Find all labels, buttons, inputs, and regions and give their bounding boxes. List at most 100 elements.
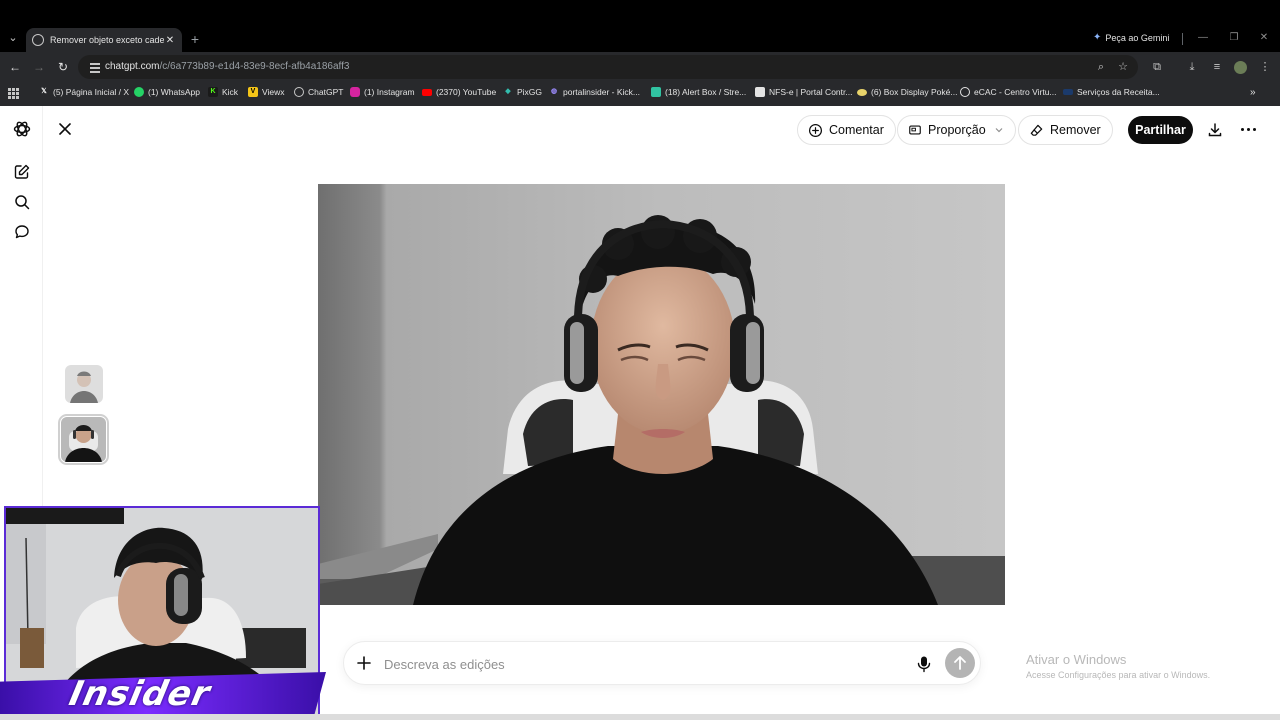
bookmark-item[interactable]: (2370) YouTube (422, 87, 496, 97)
bookmarks-bar: 𝕏 (5) Página Inicial / X (1) WhatsApp K Ki… (0, 82, 1280, 106)
bookmark-item[interactable]: ChatGPT (294, 87, 343, 97)
openai-logo-icon[interactable] (12, 119, 32, 139)
new-tab-button[interactable]: + (188, 30, 202, 48)
share-button[interactable]: Partilhar (1128, 116, 1193, 144)
add-comment-icon (808, 123, 823, 137)
search-icon[interactable] (12, 192, 32, 212)
bookmark-label: ChatGPT (308, 87, 344, 97)
comment-button[interactable]: Comentar (797, 115, 896, 145)
gemini-label: Peça ao Gemini (1105, 32, 1170, 43)
bookmark-label: Serviços da Receita... (1077, 87, 1160, 97)
aspect-ratio-dropdown[interactable]: Proporção (897, 115, 1016, 145)
pokemon-icon (857, 88, 867, 96)
pixgg-icon: ◆ (505, 88, 511, 95)
downloads-icon[interactable]: ⤓ (1185, 60, 1199, 74)
image-version-thumbnail[interactable] (65, 365, 103, 403)
thumbnail-image (65, 365, 103, 403)
bookmark-label: (2370) YouTube (436, 87, 497, 97)
new-chat-edit-icon[interactable] (12, 162, 32, 182)
bookmark-item[interactable]: (1) WhatsApp (134, 87, 200, 97)
bookmark-label: PixGG (517, 87, 543, 97)
bookmark-label: NFS-e | Portal Contr... (769, 87, 853, 97)
watermark-title: Ativar o Windows (1026, 652, 1127, 667)
bookmark-label: Kick (222, 87, 239, 97)
bookmark-item[interactable]: (1) Instagram (350, 87, 415, 97)
bookmark-item[interactable]: (6) Box Display Poké... (857, 87, 957, 97)
x-icon: 𝕏 (41, 88, 47, 95)
eraser-icon (1030, 124, 1043, 136)
url-text[interactable]: chatgpt.com/c/6a773b89-e1d4-83e9-8ecf-af… (105, 61, 349, 72)
bookmark-item[interactable]: 𝕏 (5) Página Inicial / X (39, 87, 129, 97)
apps-grid-icon[interactable] (8, 88, 19, 99)
forward-arrow-icon[interactable]: → (31, 59, 47, 75)
aspect-ratio-label: Proporção (928, 123, 986, 137)
bookmark-item[interactable]: K Kick (208, 87, 238, 97)
portrait-photo (318, 184, 1005, 605)
active-tab[interactable]: Remover objeto exceto cadeira ✕ (26, 28, 182, 52)
nfse-icon (755, 87, 765, 97)
reload-icon[interactable]: ↻ (55, 59, 71, 75)
bookmark-item[interactable]: (18) Alert Box / Stre... (651, 87, 746, 97)
restore-icon[interactable]: ❐ (1227, 31, 1241, 45)
bookmark-star-icon[interactable]: ☆ (1116, 60, 1130, 74)
windows-activation-watermark: Ativar o Windows Acesse Configurações pa… (1026, 652, 1210, 680)
edit-prompt-input[interactable] (384, 654, 884, 674)
bookmark-item[interactable]: ◍ portalinsider - Kick... (549, 87, 640, 97)
aspect-ratio-icon (909, 125, 921, 135)
bookmark-label: (1) WhatsApp (148, 87, 200, 97)
address-bar[interactable]: chatgpt.com/c/6a773b89-e1d4-83e9-8ecf-af… (78, 55, 1138, 79)
bottom-edge-bar (0, 714, 1280, 720)
site-info-icon[interactable] (88, 60, 102, 74)
bookmark-label: (5) Página Inicial / X (53, 87, 130, 97)
tab-favicon-icon (32, 34, 44, 46)
bookmark-label: (6) Box Display Poké... (871, 87, 958, 97)
bookmark-label: eCAC - Centro Virtu... (974, 87, 1057, 97)
browser-tab-strip: ⌄ Remover objeto exceto cadeira ✕ + ✦ Pe… (0, 0, 1280, 52)
insider-logo: Insider (65, 674, 215, 714)
chatgpt-icon (294, 87, 304, 97)
bookmark-label: (18) Alert Box / Stre... (665, 87, 747, 97)
plus-icon[interactable] (356, 655, 372, 671)
profile-avatar[interactable] (1234, 61, 1247, 74)
ask-gemini-button[interactable]: ✦ Peça ao Gemini (1093, 32, 1169, 43)
tab-close-icon[interactable]: ✕ (164, 35, 176, 46)
bookmark-item[interactable]: NFS-e | Portal Contr... (755, 87, 852, 97)
gemini-sparkle-icon: ✦ (1093, 32, 1102, 43)
send-button[interactable] (945, 648, 975, 678)
tab-title: Remover objeto exceto cadeira (50, 35, 164, 45)
bookmark-item[interactable]: ◆ PixGG (503, 87, 542, 97)
chat-bubble-icon[interactable] (12, 222, 32, 242)
youtube-icon (422, 88, 432, 96)
window-close-icon[interactable]: ✕ (1257, 31, 1271, 45)
bookmarks-overflow-button[interactable]: » (1250, 87, 1256, 98)
bookmark-item[interactable]: eCAC - Centro Virtu... (960, 87, 1057, 97)
reading-list-icon[interactable]: ≡ (1210, 60, 1224, 74)
remove-label: Remover (1050, 123, 1101, 137)
tab-search-chevron-icon[interactable]: ⌄ (5, 30, 21, 46)
extensions-puzzle-icon[interactable]: ⧉ (1150, 60, 1164, 74)
microphone-icon[interactable] (916, 655, 932, 673)
whatsapp-icon (134, 87, 144, 97)
instagram-icon (350, 87, 360, 97)
edit-prompt-composer (343, 641, 981, 685)
back-arrow-icon[interactable]: ← (7, 59, 23, 75)
close-editor-icon[interactable] (56, 120, 74, 138)
bookmark-item[interactable]: V Viewx (248, 87, 285, 97)
url-host: chatgpt.com (105, 61, 160, 72)
browser-menu-icon[interactable]: ⋮ (1258, 60, 1272, 74)
more-options-icon[interactable] (1241, 128, 1256, 131)
viewx-icon: V (248, 87, 258, 97)
zoom-icon[interactable]: ⌕ (1094, 60, 1108, 74)
bookmark-label: (1) Instagram (364, 87, 415, 97)
kick-icon: K (208, 87, 218, 97)
image-version-thumbnail-selected[interactable] (58, 414, 109, 465)
watermark-subtitle: Acesse Configurações para ativar o Windo… (1026, 670, 1211, 680)
download-icon[interactable] (1206, 121, 1224, 139)
bookmark-item[interactable]: Serviços da Receita... (1063, 87, 1160, 97)
minimize-icon[interactable]: — (1196, 31, 1210, 45)
url-path: /c/6a773b89-e1d4-83e9-8ecf-afb4a186aff3 (159, 61, 350, 72)
bookmark-label: Viewx (262, 87, 285, 97)
window-controls-divider (1182, 33, 1183, 45)
remove-button[interactable]: Remover (1018, 115, 1113, 145)
edited-image-canvas[interactable] (318, 184, 1005, 605)
